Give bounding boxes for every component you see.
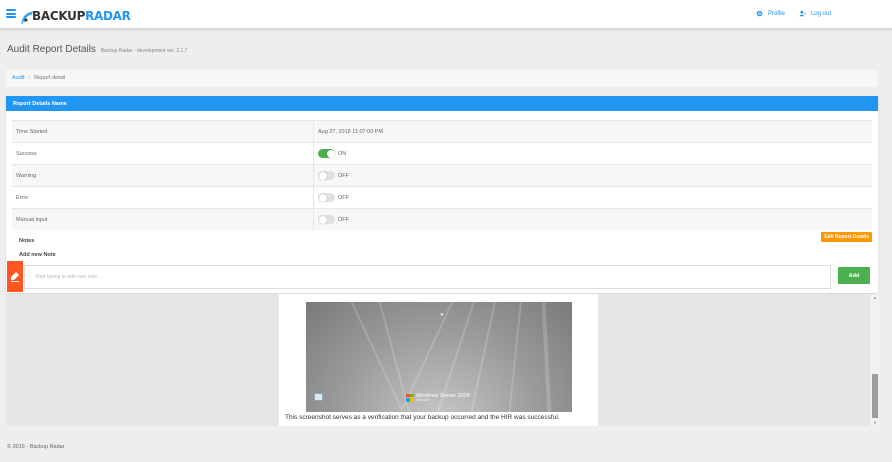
ease-of-access-icon bbox=[314, 393, 323, 401]
report-details-panel: Report Details Name Time Started Aug 27,… bbox=[6, 96, 878, 293]
menu-icon[interactable] bbox=[6, 9, 16, 18]
error-toggle[interactable] bbox=[318, 193, 335, 202]
breadcrumb-separator: / bbox=[28, 75, 31, 81]
profile-label: Profile bbox=[767, 10, 785, 17]
row-label: Success bbox=[12, 143, 314, 164]
profile-link[interactable]: Profile bbox=[756, 10, 785, 17]
footer-copyright: © 2016 - Backup Radar bbox=[7, 444, 65, 450]
preview-scrollbar[interactable]: ▲ ▼ bbox=[871, 294, 879, 426]
details-table: Time Started Aug 27, 2018 11:07:00 PM Su… bbox=[12, 120, 872, 230]
scroll-up-icon[interactable]: ▲ bbox=[873, 295, 877, 300]
notes-heading: Notes bbox=[19, 238, 35, 244]
verification-screenshot: ➤ Windows Server 2008 Standard bbox=[306, 302, 572, 412]
manual-input-toggle-cell: OFF bbox=[314, 215, 349, 224]
screenshot-preview-area: ➤ Windows Server 2008 Standard This scre… bbox=[6, 294, 879, 426]
screenshot-document: ➤ Windows Server 2008 Standard This scre… bbox=[279, 294, 598, 426]
row-label: Warning bbox=[12, 165, 314, 186]
windows-flag-icon bbox=[406, 393, 414, 402]
row-label: Manual input bbox=[12, 209, 314, 230]
user-icon bbox=[798, 10, 806, 17]
toggle-state: OFF bbox=[338, 216, 349, 223]
table-row: Time Started Aug 27, 2018 11:07:00 PM bbox=[12, 120, 872, 142]
row-label: Error bbox=[12, 187, 314, 208]
table-row: Error OFF bbox=[12, 186, 872, 208]
warning-toggle-cell: OFF bbox=[314, 171, 349, 180]
version-text: Backup Radar - development ver. 2.1.7 bbox=[100, 48, 188, 54]
success-toggle[interactable] bbox=[318, 149, 335, 158]
scrollbar-thumb[interactable] bbox=[872, 374, 878, 418]
pen-icon bbox=[11, 271, 19, 282]
mouse-cursor-icon: ➤ bbox=[440, 312, 445, 318]
row-value: Aug 27, 2018 11:07:00 PM bbox=[318, 128, 384, 135]
logout-link[interactable]: Log out bbox=[798, 10, 831, 17]
windows-server-logo: Windows Server 2008 Standard bbox=[406, 393, 470, 402]
toggle-state: ON bbox=[338, 150, 347, 157]
new-note-input[interactable] bbox=[24, 265, 831, 289]
manual-input-toggle[interactable] bbox=[318, 215, 335, 224]
row-label: Time Started bbox=[12, 121, 314, 142]
edit-report-details-button[interactable]: Edit Report Details bbox=[821, 232, 872, 242]
table-row: Manual input OFF bbox=[12, 208, 872, 230]
scroll-down-icon[interactable]: ▼ bbox=[873, 420, 877, 425]
add-note-heading: Add new Note bbox=[19, 252, 56, 258]
success-toggle-cell: ON bbox=[314, 149, 346, 158]
logo-text: BACKUPRADAR bbox=[32, 9, 131, 23]
table-row: Warning OFF bbox=[12, 164, 872, 186]
top-links: Profile Log out bbox=[756, 10, 831, 17]
toggle-state: OFF bbox=[338, 194, 349, 201]
page-title: Audit Report Details Backup Radar - deve… bbox=[7, 44, 187, 55]
error-toggle-cell: OFF bbox=[314, 193, 349, 202]
table-row: Success ON bbox=[12, 142, 872, 164]
logo[interactable]: BACKUPRADAR bbox=[21, 4, 131, 26]
breadcrumb-audit-link[interactable]: Audit bbox=[12, 75, 25, 81]
screenshot-caption: This screenshot serves as a verification… bbox=[285, 414, 560, 421]
breadcrumb: Audit / Report detail bbox=[6, 70, 878, 87]
gear-icon bbox=[756, 10, 763, 17]
breadcrumb-current: Report detail bbox=[34, 75, 66, 81]
warning-toggle[interactable] bbox=[318, 171, 335, 180]
add-note-button[interactable]: Add bbox=[838, 267, 870, 284]
top-navbar: BACKUPRADAR Profile Log out bbox=[0, 0, 892, 29]
panel-title: Report Details Name bbox=[6, 96, 878, 111]
page-title-text: Audit Report Details bbox=[7, 44, 96, 55]
logout-label: Log out bbox=[810, 10, 831, 17]
toggle-state: OFF bbox=[338, 172, 349, 179]
note-icon-box bbox=[7, 261, 23, 292]
